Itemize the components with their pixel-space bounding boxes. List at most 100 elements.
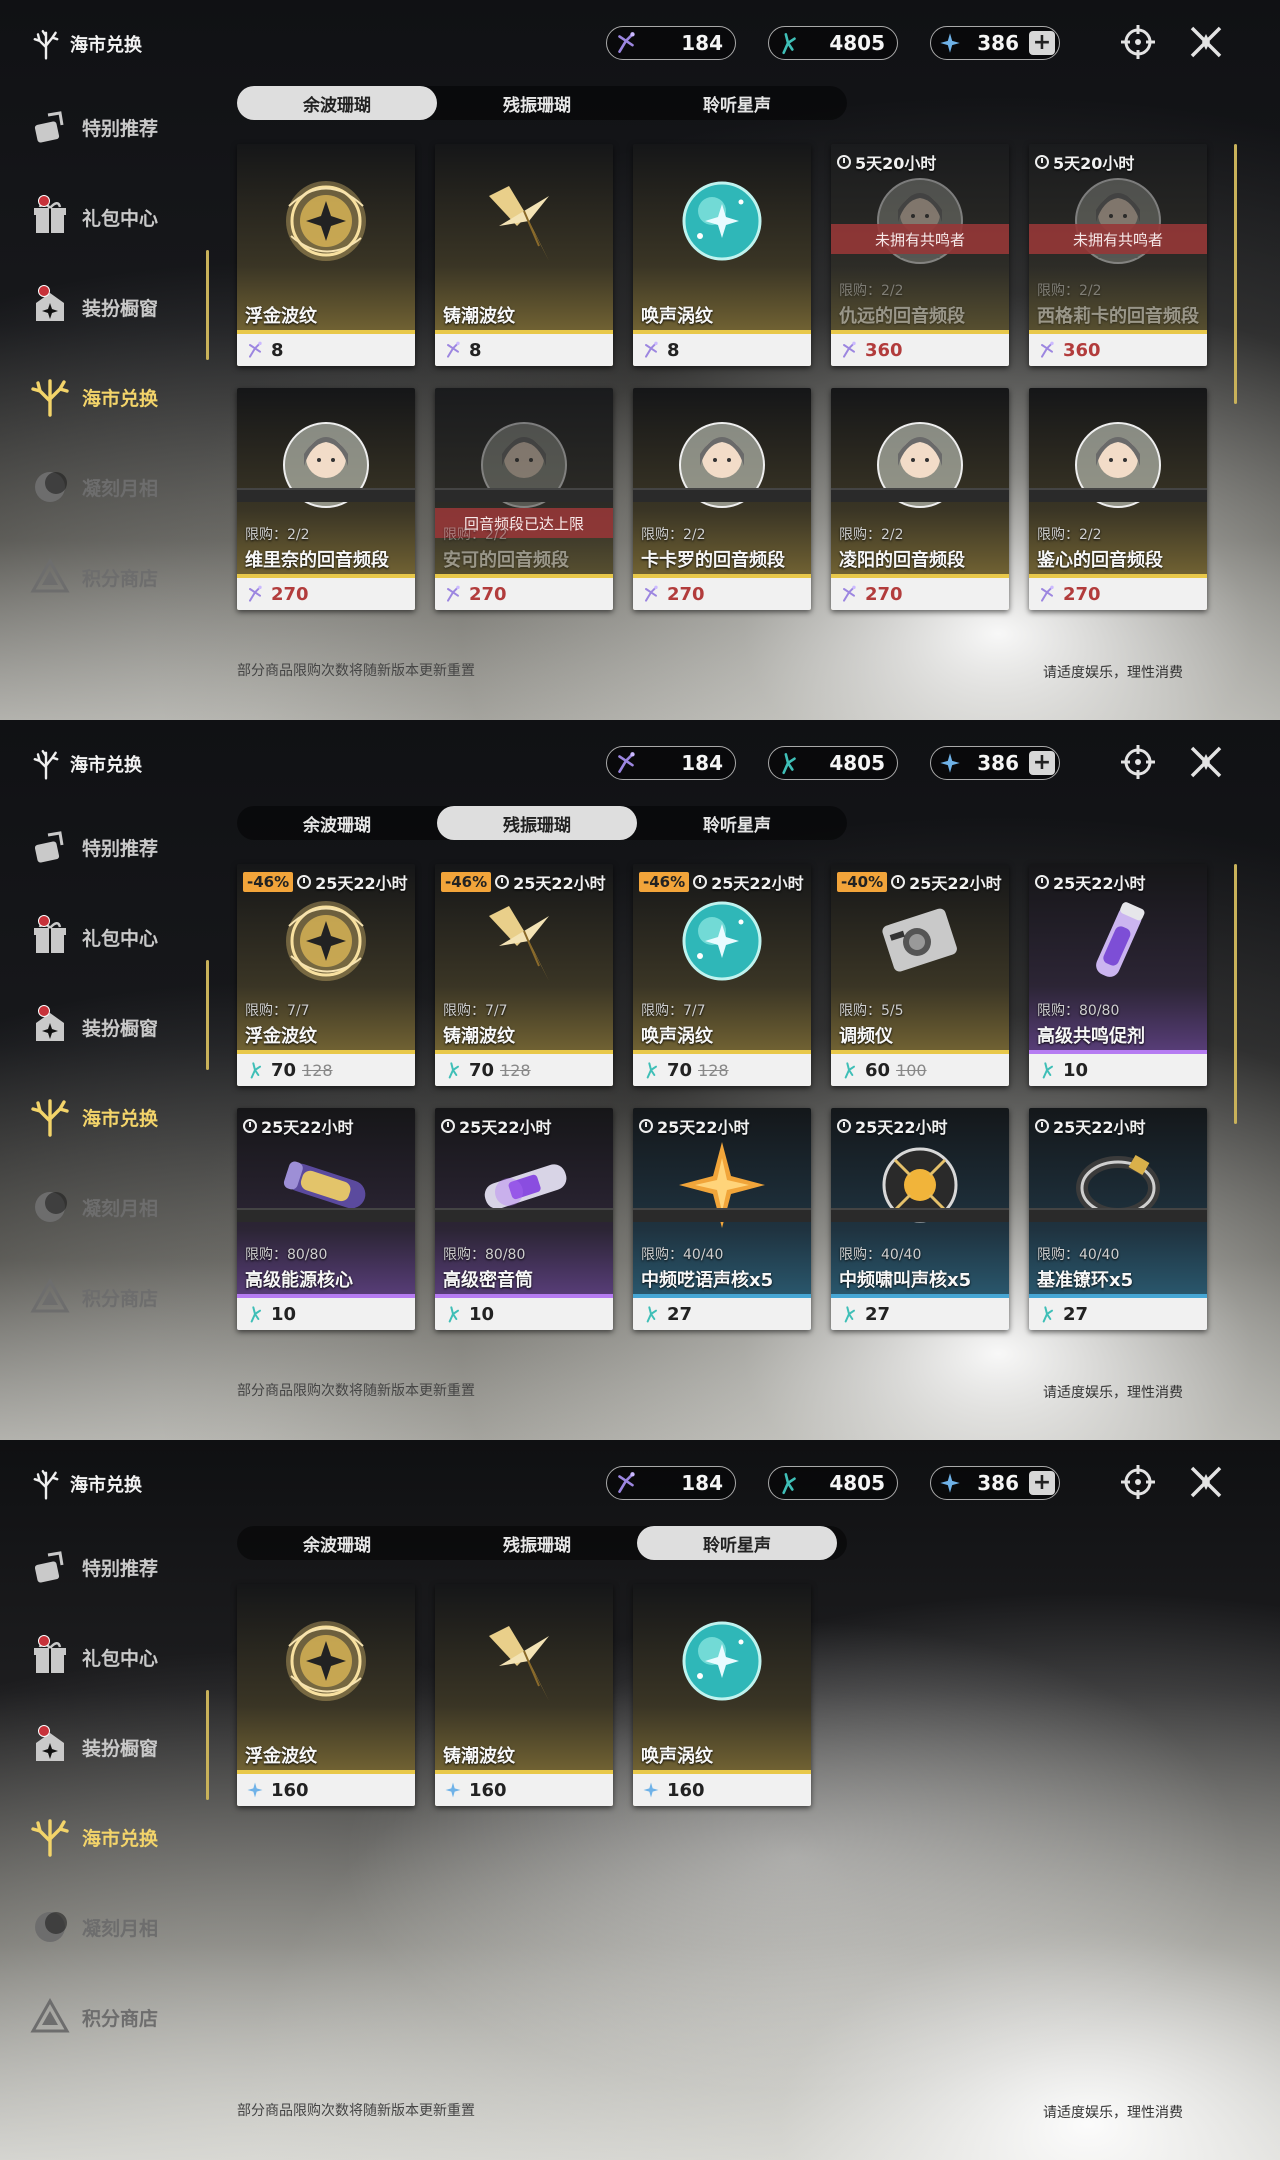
- sidebar-item-label: 装扮橱窗: [82, 1737, 159, 1760]
- help-button[interactable]: [1118, 22, 1158, 62]
- tab-1[interactable]: 残振珊瑚: [437, 1526, 637, 1560]
- sidebar-item-4[interactable]: 凝刻月相: [0, 1882, 210, 1972]
- price-currency-icon: [839, 1060, 859, 1080]
- sidebar-item-1[interactable]: 礼包中心: [0, 1612, 210, 1702]
- next-row-card-edge[interactable]: [237, 488, 415, 502]
- item-name: 安可的回音频段: [443, 550, 569, 571]
- sidebar-item-0[interactable]: 特别推荐: [0, 802, 210, 892]
- next-row-card-edge[interactable]: [1029, 488, 1207, 502]
- sidebar-item-0[interactable]: 特别推荐: [0, 1522, 210, 1612]
- item-price: 270: [633, 578, 811, 610]
- close-button[interactable]: [1186, 22, 1226, 62]
- scrollbar[interactable]: [1234, 864, 1237, 1124]
- tab-2[interactable]: 聆听星声: [637, 86, 837, 120]
- shop-item-card[interactable]: -46% 25天22小时 限购：7/7 浮金波纹 70 128: [237, 864, 415, 1086]
- shop-item-card[interactable]: 唤声涡纹 8: [633, 144, 811, 366]
- clock-icon: [639, 1119, 653, 1133]
- price-currency-icon: [839, 1304, 859, 1324]
- clock-icon: [1035, 875, 1049, 889]
- shop-item-card[interactable]: 浮金波纹 160: [237, 1584, 415, 1806]
- close-icon: [1190, 1466, 1222, 1498]
- next-row-card-edge[interactable]: [1029, 1208, 1207, 1222]
- sidebar-item-5[interactable]: 积分商店: [0, 532, 210, 622]
- category-tabs: 余波珊瑚 残振珊瑚 聆听星声: [237, 1526, 847, 1560]
- sidebar-item-2[interactable]: 装扮橱窗: [0, 1702, 210, 1792]
- sidebar-item-1[interactable]: 礼包中心: [0, 892, 210, 982]
- shop-item-card[interactable]: -46% 25天22小时 限购：7/7 铸潮波纹 70 128: [435, 864, 613, 1086]
- shop-item-card[interactable]: 25天22小时 限购：80/80 高级共鸣促剂 10: [1029, 864, 1207, 1086]
- coral-exchange-icon: [30, 1097, 70, 1137]
- shop-item-card[interactable]: -46% 25天22小时 限购：7/7 唤声涡纹 70 128: [633, 864, 811, 1086]
- notification-dot: [38, 1005, 50, 1017]
- shop-item-card[interactable]: 铸潮波纹 8: [435, 144, 613, 366]
- sidebar-item-3[interactable]: 海市兑换: [0, 1792, 210, 1882]
- sidebar-item-4[interactable]: 凝刻月相: [0, 1162, 210, 1252]
- add-currency-button[interactable]: +: [1029, 1471, 1055, 1495]
- shop-item-card[interactable]: 浮金波纹 8: [237, 144, 415, 366]
- sidebar-item-5[interactable]: 积分商店: [0, 1252, 210, 1342]
- price-value: 270: [865, 583, 903, 605]
- gold-ripple-orb-icon: [271, 1606, 381, 1716]
- footer-reminder: 请适度娱乐，理性消费: [1043, 2105, 1183, 2121]
- price-currency-icon: [641, 340, 661, 360]
- shop-item-card[interactable]: -40% 25天22小时 限购：5/5 调频仪 60 100: [831, 864, 1009, 1086]
- original-price: 128: [302, 1060, 333, 1080]
- recommend-icon: [30, 107, 70, 147]
- sidebar-item-label: 海市兑换: [82, 1827, 159, 1850]
- tab-0[interactable]: 余波珊瑚: [237, 1526, 437, 1560]
- next-row-card-edge[interactable]: [237, 1208, 415, 1222]
- tab-1[interactable]: 残振珊瑚: [437, 86, 637, 120]
- moon-icon: [30, 1187, 70, 1227]
- sidebar-item-5[interactable]: 积分商店: [0, 1972, 210, 2062]
- close-button[interactable]: [1186, 1462, 1226, 1502]
- next-row-card-edge[interactable]: [831, 488, 1009, 502]
- next-row-card-edge[interactable]: [831, 1208, 1009, 1222]
- price-currency-icon: [443, 584, 463, 604]
- scrollbar[interactable]: [1234, 144, 1237, 404]
- tab-0[interactable]: 余波珊瑚: [237, 86, 437, 120]
- next-row-card-edge[interactable]: [633, 488, 811, 502]
- sidebar-item-4[interactable]: 凝刻月相: [0, 442, 210, 532]
- next-row-card-edge[interactable]: [435, 488, 613, 502]
- shop-item-card[interactable]: 5天20小时 未拥有共鸣者 限购：2/2 仇远的回音频段 360: [831, 144, 1009, 366]
- help-button[interactable]: [1118, 1462, 1158, 1502]
- shop-item-card[interactable]: 唤声涡纹 160: [633, 1584, 811, 1806]
- tab-1[interactable]: 残振珊瑚: [437, 806, 637, 840]
- tab-0[interactable]: 余波珊瑚: [237, 806, 437, 840]
- close-button[interactable]: [1186, 742, 1226, 782]
- item-price: 10: [1029, 1054, 1207, 1086]
- item-price: 8: [633, 334, 811, 366]
- item-price: 160: [237, 1774, 415, 1806]
- sidebar-item-3[interactable]: 海市兑换: [0, 352, 210, 442]
- currency-bar: 184 4805 386 +: [606, 26, 1060, 60]
- tab-2[interactable]: 聆听星声: [637, 1526, 837, 1560]
- gift-icon: [30, 195, 70, 237]
- compass-icon: [1121, 1465, 1155, 1499]
- sidebar-item-2[interactable]: 装扮橱窗: [0, 262, 210, 352]
- recommend-icon: [30, 827, 70, 867]
- currency-bar: 184 4805 386 +: [606, 1466, 1060, 1500]
- shop-item-card[interactable]: 5天20小时 未拥有共鸣者 限购：2/2 西格莉卡的回音频段 360: [1029, 144, 1207, 366]
- currency-coral-b: 4805: [768, 746, 898, 780]
- sidebar-item-0[interactable]: 特别推荐: [0, 82, 210, 172]
- next-row-card-edge[interactable]: [633, 1208, 811, 1222]
- sidebar-item-3[interactable]: 海市兑换: [0, 1072, 210, 1162]
- sidebar-item-2[interactable]: 装扮橱窗: [0, 982, 210, 1072]
- price-currency-icon: [641, 1304, 661, 1324]
- shop-item-card[interactable]: 铸潮波纹 160: [435, 1584, 613, 1806]
- next-row-card-edge[interactable]: [435, 1208, 613, 1222]
- purchase-limit: 限购：40/40: [839, 1247, 922, 1263]
- timer-text: 25天22小时: [657, 1118, 750, 1137]
- tab-2[interactable]: 聆听星声: [637, 806, 837, 840]
- add-currency-button[interactable]: +: [1029, 751, 1055, 775]
- help-button[interactable]: [1118, 742, 1158, 782]
- sidebar-item-1[interactable]: 礼包中心: [0, 172, 210, 262]
- clock-icon: [891, 875, 906, 889]
- purchase-limit: 限购：80/80: [443, 1247, 526, 1263]
- timer-text: 25天22小时: [513, 874, 606, 893]
- sidebar-item-label: 凝刻月相: [82, 1917, 159, 1940]
- howl-core-icon: [865, 1130, 975, 1240]
- add-currency-button[interactable]: +: [1029, 31, 1055, 55]
- limited-timer: -40% 25天22小时: [837, 870, 1002, 894]
- notification-dot: [38, 1725, 50, 1737]
